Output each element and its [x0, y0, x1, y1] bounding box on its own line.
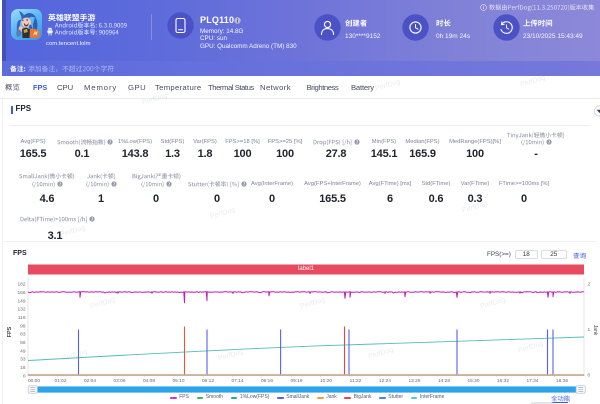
- svg-text:FPS: FPS: [7, 326, 13, 337]
- svg-text:83: 83: [20, 332, 26, 338]
- svg-text:10:20: 10:20: [320, 378, 332, 384]
- svg-text:07:14: 07:14: [231, 378, 243, 384]
- svg-text:08:16: 08:16: [261, 378, 273, 384]
- svg-text:166: 166: [17, 290, 25, 296]
- svg-text:11:22: 11:22: [350, 378, 362, 384]
- svg-text:182: 182: [17, 282, 25, 288]
- svg-text:132: 132: [17, 307, 25, 313]
- svg-text:Jank: Jank: [592, 325, 598, 336]
- svg-text:18:36: 18:36: [556, 378, 568, 384]
- svg-text:1: 1: [588, 327, 591, 333]
- svg-text:04:08: 04:08: [143, 378, 155, 384]
- svg-text:06:12: 06:12: [202, 378, 214, 384]
- svg-text:00:00: 00:00: [28, 378, 40, 384]
- svg-text:14:28: 14:28: [438, 378, 450, 384]
- svg-text:0: 0: [588, 373, 591, 379]
- svg-text:66: 66: [20, 340, 26, 346]
- svg-text:16: 16: [20, 365, 26, 371]
- svg-text:01:02: 01:02: [54, 378, 66, 384]
- svg-text:16:32: 16:32: [497, 378, 509, 384]
- svg-text:12:24: 12:24: [379, 378, 391, 384]
- svg-text:33: 33: [20, 357, 26, 363]
- svg-text:13:26: 13:26: [408, 378, 420, 384]
- svg-text:2: 2: [588, 282, 591, 288]
- svg-text:15:30: 15:30: [467, 378, 479, 384]
- svg-text:149: 149: [17, 298, 25, 304]
- svg-text:0: 0: [23, 373, 26, 379]
- svg-text:49: 49: [20, 348, 26, 354]
- svg-text:17:34: 17:34: [526, 378, 538, 384]
- svg-text:05:10: 05:10: [172, 378, 184, 384]
- svg-text:99: 99: [20, 323, 26, 329]
- svg-text:02:04: 02:04: [84, 378, 96, 384]
- svg-text:09:18: 09:18: [290, 378, 302, 384]
- svg-text:03:06: 03:06: [113, 378, 125, 384]
- svg-text:116: 116: [18, 315, 26, 321]
